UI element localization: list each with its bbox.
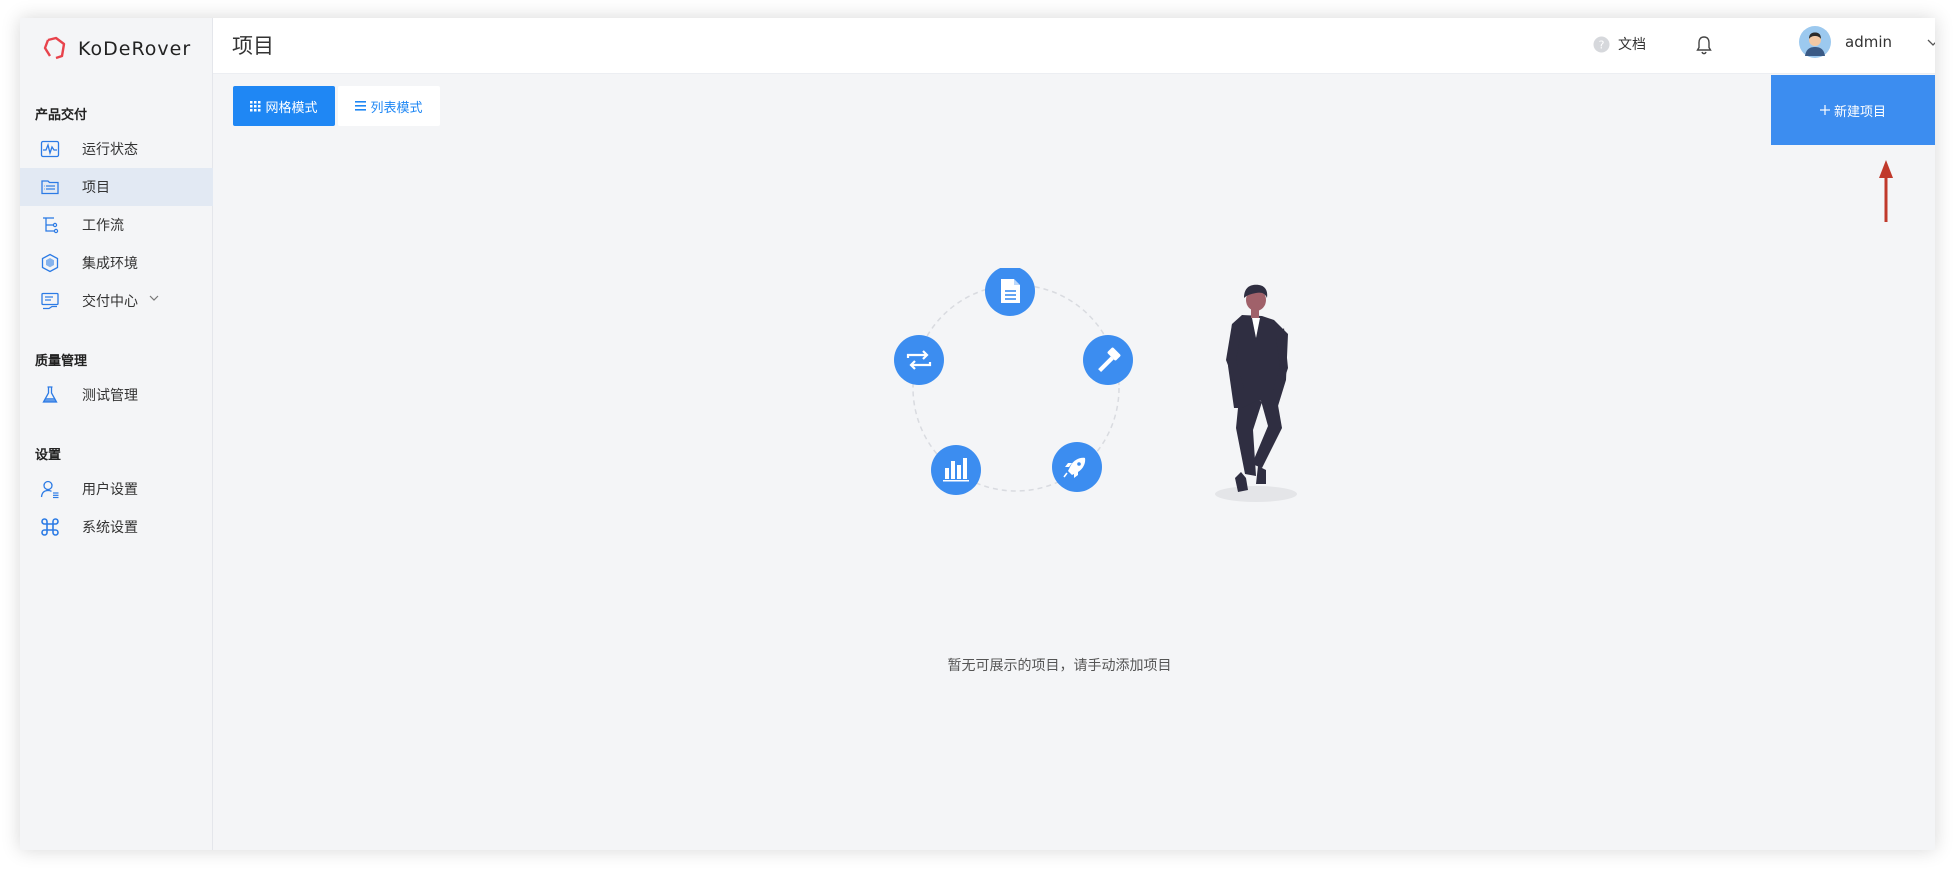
monitor-wave-icon bbox=[40, 140, 60, 158]
docs-link[interactable]: ? 文档 bbox=[1593, 34, 1646, 54]
sidebar-item-delivery-center[interactable]: 交付中心 bbox=[20, 282, 213, 320]
plus-icon bbox=[1819, 105, 1830, 115]
sidebar-item-label: 测试管理 bbox=[82, 388, 138, 404]
rocket-icon bbox=[1052, 442, 1102, 492]
new-project-button[interactable]: 新建项目 bbox=[1771, 75, 1935, 145]
user-menu[interactable]: admin bbox=[1799, 26, 1935, 58]
docs-label: 文档 bbox=[1618, 37, 1646, 53]
sidebar-item-test-management[interactable]: 测试管理 bbox=[20, 376, 213, 414]
sidebar-item-label: 运行状态 bbox=[82, 142, 138, 158]
sidebar-item-label: 用户设置 bbox=[82, 482, 138, 498]
delivery-center-icon bbox=[41, 292, 59, 310]
empty-state-illustration bbox=[894, 268, 1297, 502]
empty-state-message: 暂无可展示的项目，请手动添加项目 bbox=[947, 658, 1172, 674]
environment-cube-icon bbox=[41, 253, 59, 273]
flask-icon bbox=[42, 386, 58, 403]
command-icon bbox=[41, 518, 59, 536]
grid-mode-button[interactable]: 网格模式 bbox=[233, 86, 335, 126]
app-window: KoDeRover 产品交付 运行状态 项目 工作流 集成环境 交付中心 质量管… bbox=[20, 18, 1935, 850]
sidebar-item-project[interactable]: 项目 bbox=[20, 168, 213, 206]
section-title-delivery: 产品交付 bbox=[35, 108, 88, 123]
sidebar-item-label: 集成环境 bbox=[82, 256, 138, 272]
workflow-icon bbox=[43, 217, 59, 234]
chevron-down-icon bbox=[1927, 39, 1935, 46]
koderover-logo-icon bbox=[43, 36, 66, 60]
notification-bell[interactable] bbox=[1695, 35, 1713, 59]
sidebar-item-label: 交付中心 bbox=[82, 294, 138, 310]
sidebar-item-user-settings[interactable]: 用户设置 bbox=[20, 470, 213, 508]
grid-mode-label: 网格模式 bbox=[265, 100, 318, 116]
page-title: 项目 bbox=[232, 34, 274, 58]
bar-chart-icon bbox=[931, 445, 981, 495]
logo-text: KoDeRover bbox=[78, 38, 192, 60]
section-title-quality: 质量管理 bbox=[35, 354, 88, 369]
logo[interactable]: KoDeRover bbox=[42, 36, 191, 62]
new-project-label: 新建项目 bbox=[1833, 104, 1886, 120]
project-folder-icon bbox=[41, 180, 59, 195]
list-mode-button[interactable]: 列表模式 bbox=[338, 86, 440, 126]
sidebar-item-label: 项目 bbox=[82, 180, 110, 196]
chevron-down-icon bbox=[149, 295, 159, 301]
hammer-icon bbox=[1083, 335, 1133, 385]
sidebar-item-label: 系统设置 bbox=[82, 520, 138, 536]
sidebar-item-workflow[interactable]: 工作流 bbox=[20, 206, 213, 244]
document-icon bbox=[985, 268, 1035, 316]
user-name: admin bbox=[1845, 33, 1892, 51]
annotation-arrow-icon bbox=[1879, 160, 1893, 222]
avatar bbox=[1799, 26, 1831, 58]
sidebar-item-environment[interactable]: 集成环境 bbox=[20, 244, 213, 282]
sidebar-item-label: 工作流 bbox=[82, 218, 124, 234]
user-settings-icon bbox=[40, 480, 59, 499]
standing-person-illustration bbox=[1215, 284, 1297, 502]
sidebar-item-system-settings[interactable]: 系统设置 bbox=[20, 508, 213, 546]
list-icon bbox=[355, 101, 367, 111]
sidebar: KoDeRover 产品交付 运行状态 项目 工作流 集成环境 交付中心 质量管… bbox=[20, 18, 213, 850]
section-title-settings: 设置 bbox=[35, 448, 62, 463]
help-circle-icon: ? bbox=[1593, 36, 1610, 52]
svg-text:?: ? bbox=[1599, 38, 1605, 51]
bell-icon bbox=[1696, 36, 1712, 55]
grid-icon bbox=[250, 100, 261, 111]
top-header: 项目 ? 文档 admin bbox=[213, 18, 1935, 74]
sidebar-item-status[interactable]: 运行状态 bbox=[20, 130, 213, 168]
swap-arrows-icon bbox=[894, 335, 944, 385]
list-mode-label: 列表模式 bbox=[370, 100, 423, 116]
